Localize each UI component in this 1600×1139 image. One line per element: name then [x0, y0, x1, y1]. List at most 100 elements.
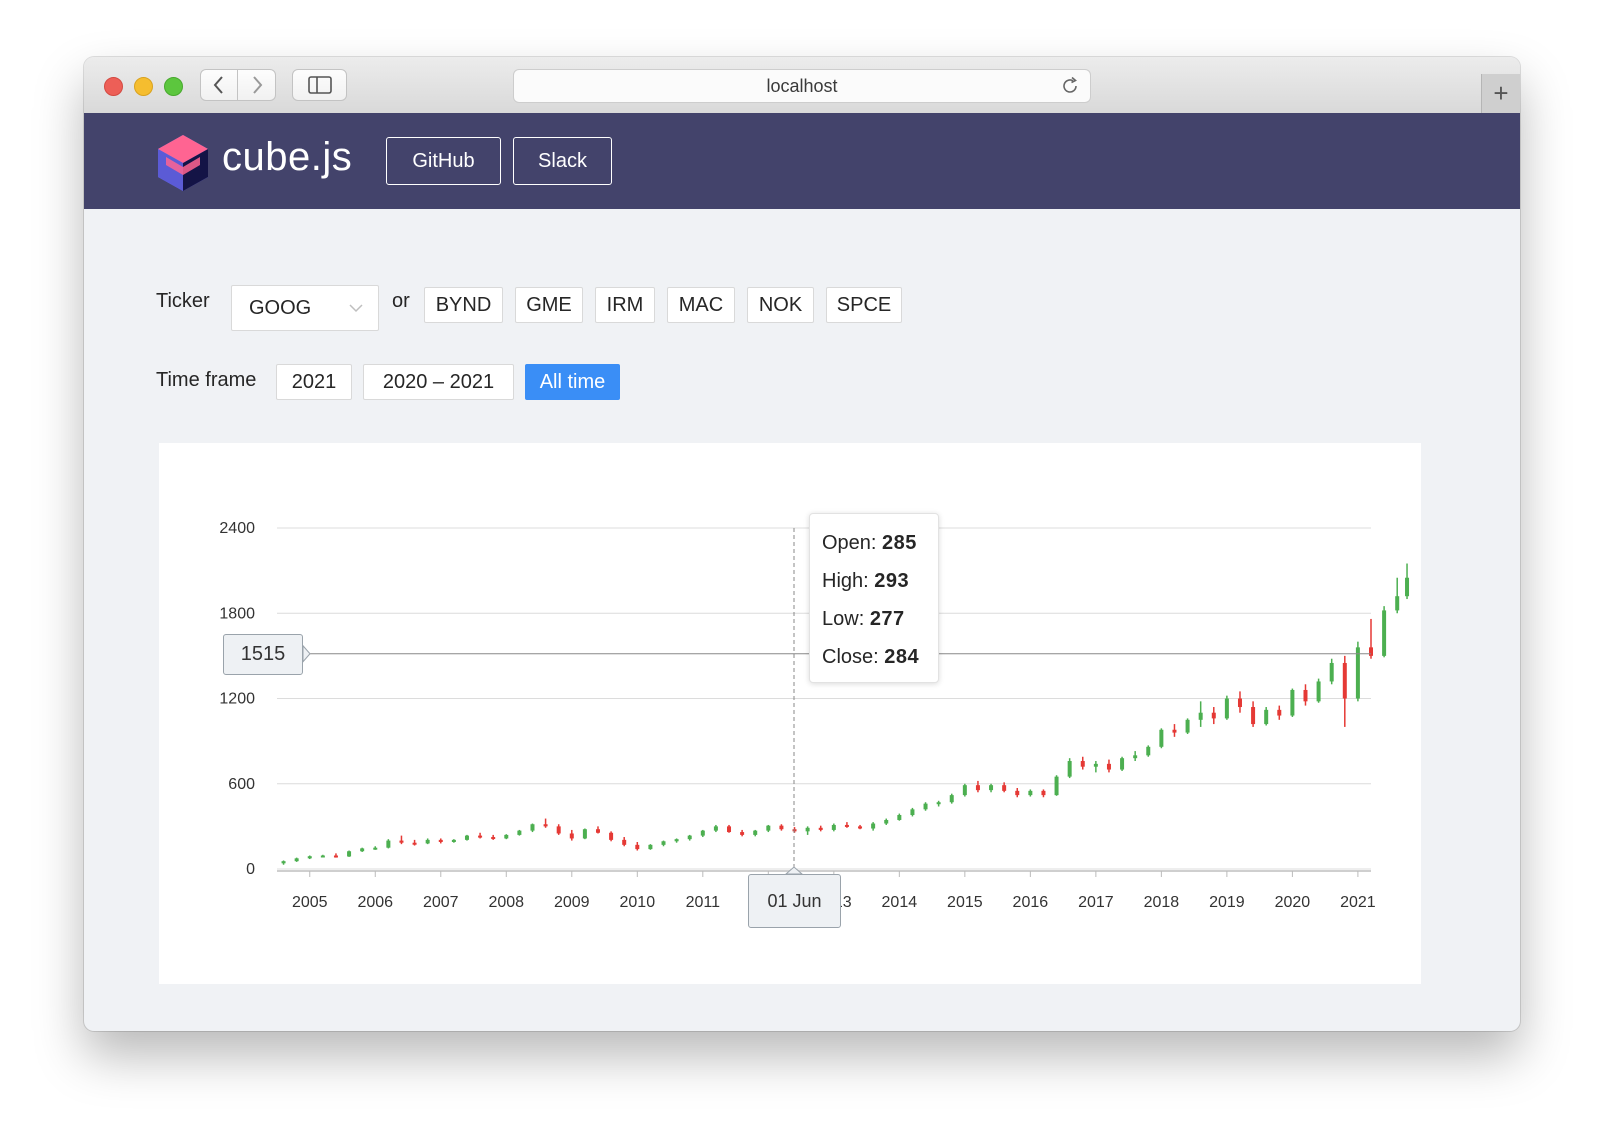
y-tick-label: 0 — [246, 861, 255, 878]
candle-body — [1054, 776, 1059, 796]
chevron-left-icon — [213, 76, 223, 94]
candle-body — [949, 795, 954, 803]
candle-body — [1237, 698, 1242, 708]
candle-body — [1080, 761, 1085, 767]
timeframe-option-all-time[interactable]: All time — [525, 364, 620, 400]
sidebar-toggle-button[interactable] — [292, 69, 347, 101]
timeframe-option-2021[interactable]: 2021 — [276, 364, 352, 400]
ticker-option-mac[interactable]: MAC — [667, 287, 735, 323]
candle-body — [412, 842, 417, 845]
y-tick-label: 600 — [228, 776, 255, 793]
tooltip-high-label: High: — [822, 570, 869, 592]
candle-body — [569, 833, 574, 839]
new-tab-button[interactable]: + — [1481, 74, 1520, 113]
tooltip-close-label: Close: — [822, 646, 879, 668]
candle-body — [373, 847, 378, 850]
candle-body — [1015, 790, 1020, 796]
candle-body — [1185, 719, 1190, 733]
candle-body — [307, 856, 312, 859]
candle-body — [1316, 681, 1321, 702]
candle-body — [844, 824, 849, 827]
reload-icon[interactable] — [1060, 76, 1080, 96]
candle-body — [425, 839, 430, 844]
y-badge-pointer — [302, 644, 311, 664]
close-window-button[interactable] — [104, 77, 123, 96]
candle-body — [622, 839, 627, 845]
chevron-right-icon — [252, 76, 262, 94]
brand-name: cube.js — [222, 135, 353, 179]
candle-body — [438, 839, 443, 843]
candle-body — [1028, 790, 1033, 796]
ticker-select[interactable]: GOOG — [231, 285, 379, 331]
x-tick-label: 2011 — [686, 894, 721, 911]
candle-body — [936, 802, 941, 805]
tooltip-open-row: Open: 285 — [822, 530, 938, 568]
ticker-option-bynd[interactable]: BYND — [424, 287, 503, 323]
x-tick-label: 2006 — [357, 894, 393, 911]
tooltip-high-row: High: 293 — [822, 568, 938, 606]
candle-body — [1120, 758, 1125, 770]
candle-body — [1159, 729, 1164, 747]
chart-card: 0 600 1200 1800 2400 2005 2006 2007 2008 2009 2010… — [159, 443, 1421, 984]
x-tick-label: 2016 — [1013, 894, 1049, 911]
candle-body — [1146, 746, 1151, 756]
minimize-window-button[interactable] — [134, 77, 153, 96]
timeframe-label: Time frame — [156, 369, 257, 391]
tooltip-open-label: Open: — [822, 532, 877, 554]
candle-body — [910, 809, 915, 816]
ticker-selected-value: GOOG — [249, 296, 312, 319]
tooltip-close-value: 284 — [884, 646, 920, 668]
candle-body — [1303, 689, 1308, 702]
timeframe-option-2020-2021[interactable]: 2020 – 2021 — [363, 364, 514, 400]
candle-body — [1133, 755, 1138, 759]
candle-body — [1106, 763, 1111, 770]
ticker-option-gme[interactable]: GME — [515, 287, 583, 323]
candle-body — [740, 832, 745, 835]
candle-body — [451, 839, 456, 843]
candle-body — [700, 830, 705, 836]
candle-body — [792, 829, 797, 832]
x-tick-label: 2007 — [423, 894, 459, 911]
slack-button[interactable]: Slack — [513, 137, 612, 185]
forward-button[interactable] — [238, 69, 276, 101]
candle-body — [1355, 647, 1360, 699]
address-bar[interactable]: localhost — [513, 69, 1091, 103]
candle-body — [713, 826, 718, 831]
candle-body — [635, 844, 640, 850]
ticker-option-irm[interactable]: IRM — [595, 287, 655, 323]
github-button[interactable]: GitHub — [386, 137, 501, 185]
candle-body — [504, 834, 509, 839]
x-tick-label: 2020 — [1275, 894, 1311, 911]
candle-body — [333, 855, 338, 858]
back-button[interactable] — [200, 69, 238, 101]
candle-body — [805, 827, 810, 832]
candle-body — [858, 826, 863, 829]
title-bar: localhost + — [84, 57, 1520, 114]
url-text: localhost — [766, 75, 838, 96]
candle-body — [897, 815, 902, 820]
cube-logo-icon — [158, 135, 208, 191]
x-tick-label: 2019 — [1209, 894, 1245, 911]
candle-body — [609, 832, 614, 840]
ticker-option-nok[interactable]: NOK — [747, 287, 814, 323]
candle-body — [294, 858, 299, 862]
candle-body — [1002, 785, 1007, 791]
candle-body — [818, 827, 823, 830]
crosshair-y-label: 1515 — [223, 634, 303, 675]
zoom-window-button[interactable] — [164, 77, 183, 96]
candle-body — [674, 839, 679, 842]
tooltip-low-value: 277 — [869, 608, 905, 630]
candle-body — [1369, 647, 1373, 656]
x-tick-label: 2008 — [488, 894, 524, 911]
chevron-down-icon — [349, 304, 363, 313]
crosshair-x-label: 01 Jun — [748, 874, 841, 928]
tooltip-open-value: 285 — [882, 532, 917, 554]
ticker-option-spce[interactable]: SPCE — [826, 287, 902, 323]
tooltip-low-row: Low: 277 — [822, 606, 938, 644]
candle-body — [989, 785, 994, 791]
candle-body — [1093, 763, 1098, 767]
candle-body — [753, 830, 758, 835]
candle-body — [648, 844, 653, 850]
candle-body — [1395, 596, 1400, 611]
candle-body — [491, 837, 496, 840]
